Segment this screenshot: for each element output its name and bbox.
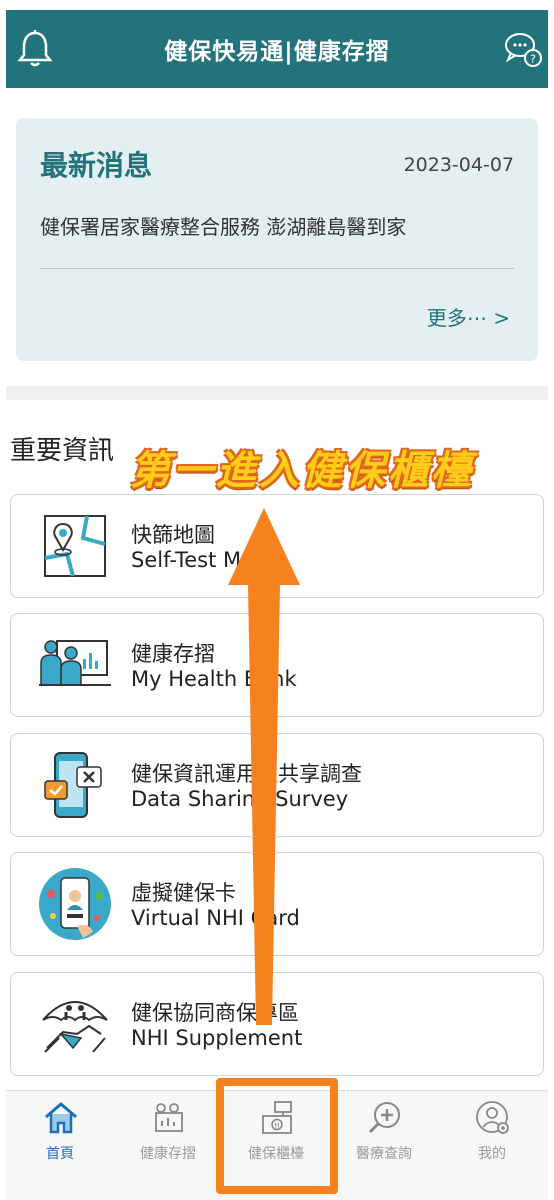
list-item-virtual-nhi-card[interactable]: 虛擬健保卡 Virtual NHI Card <box>10 852 544 956</box>
tab-health-record[interactable]: 健康存摺 <box>114 1091 222 1191</box>
item-title-zh: 快篩地圖 <box>131 523 215 547</box>
tab-profile[interactable]: 我的 <box>438 1091 546 1191</box>
virtual-card-icon <box>39 868 111 940</box>
tab-home[interactable]: 首頁 <box>6 1091 114 1191</box>
section-separator <box>6 386 548 400</box>
item-title-zh: 健康存摺 <box>131 642 215 666</box>
map-pin-icon <box>44 515 106 577</box>
annotation-text: 第一進入健保櫃檯 <box>130 448 474 494</box>
list-item-self-test-map[interactable]: 快篩地圖 Self-Test M <box>10 494 544 598</box>
news-headline[interactable]: 健保署居家醫療整合服務 澎湖離島醫到家 <box>40 211 406 240</box>
svg-text:?: ? <box>530 53 536 66</box>
list-item-nhi-supplement[interactable]: 健保協同商保專區 NHI Supplement <box>10 972 544 1076</box>
item-title-zh: 健保資訊運用及共享調查 <box>131 762 362 786</box>
app-header: 健保快易通|健康存摺 ? <box>6 10 548 88</box>
item-title-en: Self-Test M <box>131 548 242 572</box>
phone-survey-icon <box>44 752 102 818</box>
tab-label: 健康存摺 <box>140 1146 196 1162</box>
tab-medical-search[interactable]: 醫療查詢 <box>330 1091 438 1191</box>
news-title: 最新消息 <box>40 149 153 182</box>
tab-label: 首頁 <box>46 1146 74 1162</box>
home-icon <box>45 1102 77 1134</box>
more-link[interactable]: 更多⋯ > <box>427 302 510 331</box>
item-title-en: Virtual NHI Card <box>131 906 300 930</box>
tab-label: 我的 <box>478 1146 506 1162</box>
item-title-en: Data Sharing Survey <box>131 787 349 811</box>
item-title-zh: 虛擬健保卡 <box>131 881 236 905</box>
news-date: 2023-04-07 <box>403 154 514 176</box>
highlight-box <box>216 1078 338 1194</box>
item-title-en: NHI Supplement <box>131 1026 303 1050</box>
chat-help-icon[interactable]: ? <box>502 28 544 70</box>
umbrella-handshake-icon <box>42 1001 108 1053</box>
divider <box>40 268 514 269</box>
item-title-zh: 健保協同商保專區 <box>131 1001 299 1025</box>
section-title: 重要資訊 <box>10 436 115 466</box>
list-item-data-sharing-survey[interactable]: 健保資訊運用及共享調查 Data Sharing Survey <box>10 733 544 837</box>
medical-search-icon <box>368 1102 400 1134</box>
news-card[interactable]: 最新消息 2023-04-07 健保署居家醫療整合服務 澎湖離島醫到家 更多⋯ … <box>16 118 538 361</box>
health-bank-icon <box>39 640 111 686</box>
list-item-health-bank[interactable]: 健康存摺 My Health Bank <box>10 613 544 717</box>
bell-icon[interactable] <box>14 28 56 70</box>
health-record-icon <box>155 1103 183 1132</box>
profile-settings-icon <box>476 1101 509 1134</box>
tab-label: 醫療查詢 <box>356 1146 412 1162</box>
item-title-en: My Health Bank <box>131 667 297 691</box>
page-title: 健保快易通|健康存摺 <box>164 39 390 65</box>
